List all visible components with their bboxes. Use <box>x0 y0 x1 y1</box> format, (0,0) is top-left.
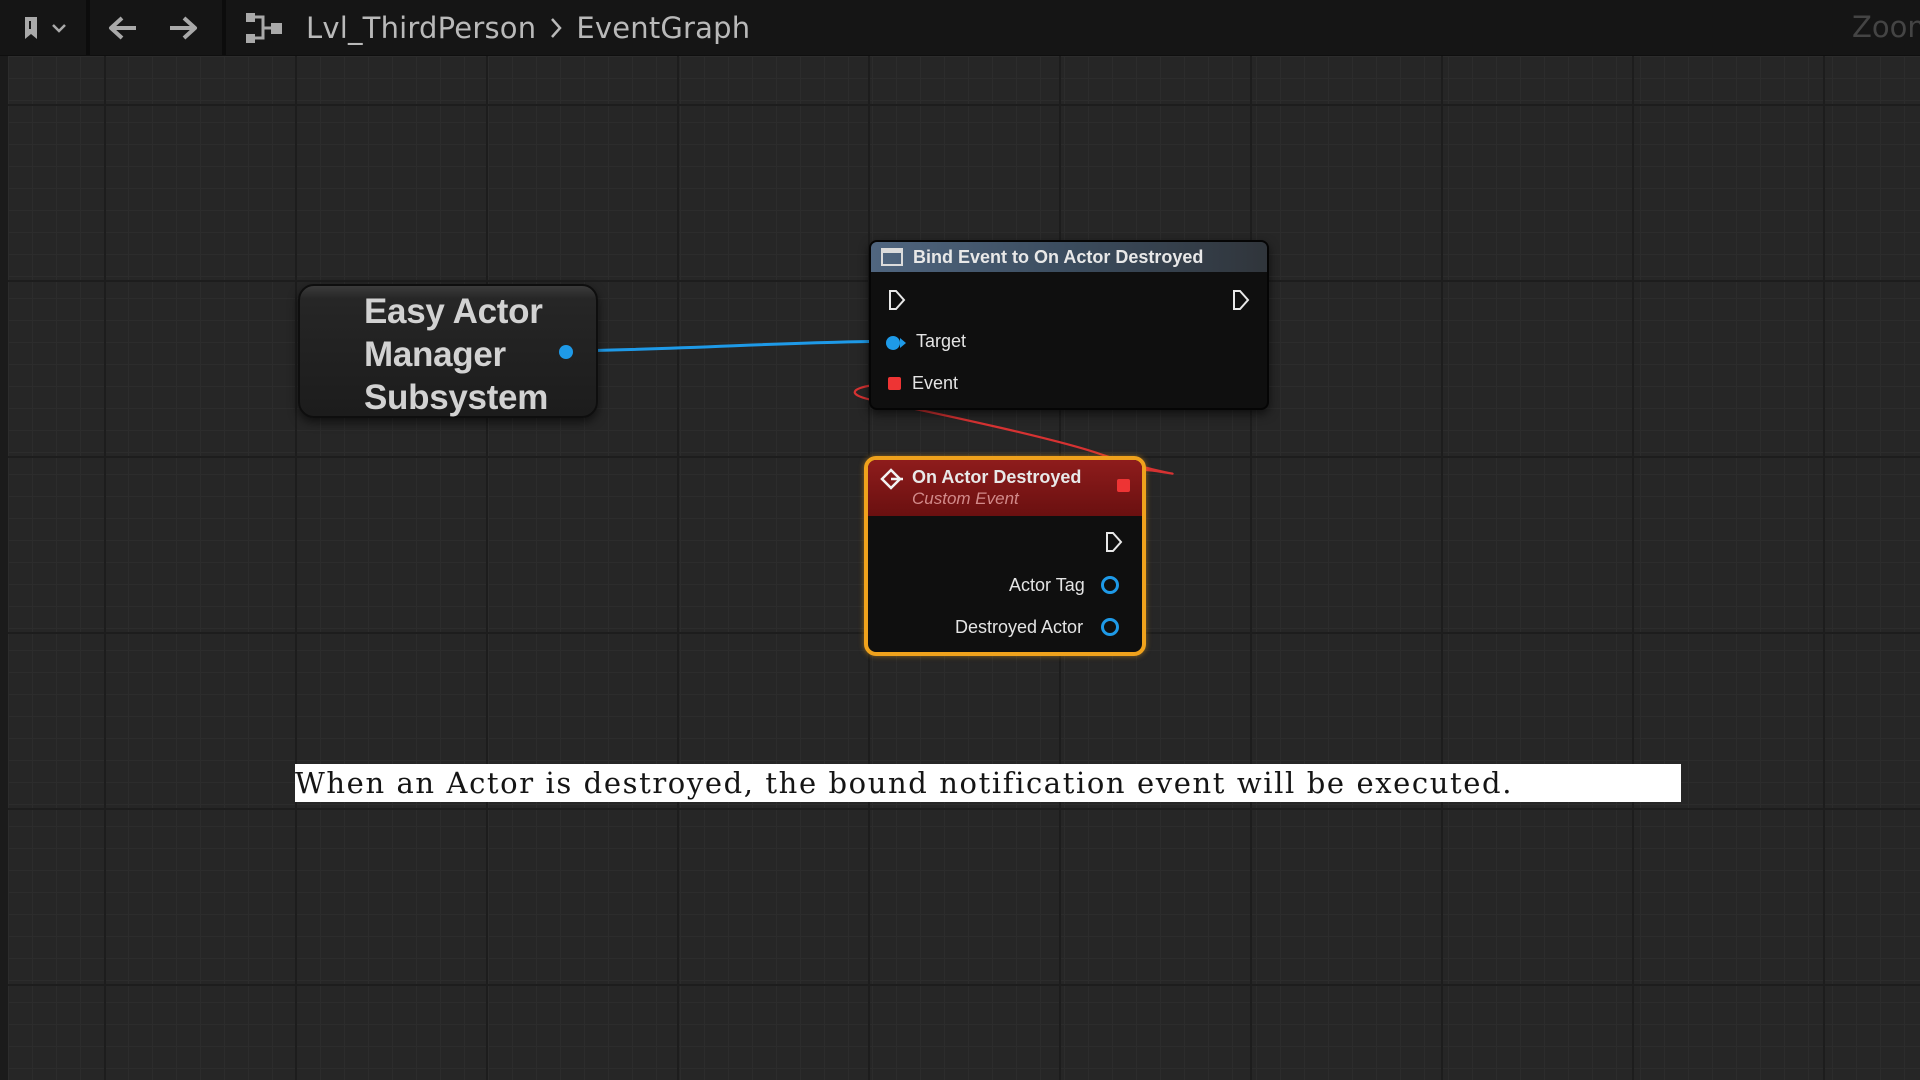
arrow-left-icon <box>109 16 136 39</box>
target-pin[interactable] <box>885 335 909 356</box>
bind-event-node[interactable]: Bind Event to On Actor Destroyed Target … <box>869 240 1269 410</box>
graph-left-edge <box>0 56 8 1080</box>
chevron-down-icon[interactable] <box>48 0 70 55</box>
subsystem-getter-node[interactable]: Easy Actor Manager Subsystem <box>298 284 598 418</box>
breadcrumb: Lvl_ThirdPerson EventGraph <box>244 0 750 55</box>
actor-tag-pin[interactable] <box>1101 576 1119 594</box>
event-output-delegate-pin[interactable] <box>1117 479 1130 492</box>
arrow-right-icon <box>170 16 197 39</box>
bookmark-icon[interactable] <box>14 0 48 55</box>
toolbar-divider <box>222 0 226 55</box>
toolbar-divider <box>86 0 90 55</box>
custom-event-node-subtitle: Custom Event <box>912 489 1019 508</box>
forward-button[interactable] <box>152 0 216 55</box>
bind-event-node-title: Bind Event to On Actor Destroyed <box>913 247 1204 267</box>
exec-in-pin[interactable] <box>887 289 907 316</box>
blueprint-editor: Lvl_ThirdPerson EventGraph Zoom Easy Act… <box>0 0 1920 1080</box>
caption-subtitle: When an Actor is destroyed, the bound no… <box>295 764 1681 802</box>
destroyed-actor-pin[interactable] <box>1101 618 1119 636</box>
bookmark-menu[interactable] <box>14 0 74 55</box>
exec-out-pin[interactable] <box>1231 289 1251 316</box>
function-icon <box>881 248 903 271</box>
destroyed-actor-pin-label: Destroyed Actor <box>955 617 1084 637</box>
breadcrumb-graph[interactable]: EventGraph <box>576 11 750 45</box>
exec-out-pin[interactable] <box>1104 531 1124 558</box>
blueprint-graph-icon <box>244 0 284 55</box>
custom-event-icon <box>880 468 904 495</box>
history-nav <box>98 0 218 55</box>
event-pin-label: Event <box>912 373 959 393</box>
actor-tag-pin-label: Actor Tag <box>1009 575 1085 595</box>
back-button[interactable] <box>98 0 146 55</box>
subsystem-output-pin[interactable] <box>559 345 573 359</box>
event-delegate-pin[interactable] <box>888 377 901 390</box>
zoom-label: Zoom <box>1852 10 1920 44</box>
subsystem-node-title: Easy Actor Manager Subsystem <box>364 292 549 417</box>
custom-event-node-title: On Actor Destroyed <box>912 467 1082 487</box>
target-pin-label: Target <box>916 331 967 351</box>
breadcrumb-level[interactable]: Lvl_ThirdPerson <box>306 11 536 45</box>
toolbar: Lvl_ThirdPerson EventGraph Zoom <box>0 0 1920 56</box>
chevron-right-icon <box>548 16 564 40</box>
custom-event-node[interactable]: On Actor Destroyed Custom Event Actor Ta… <box>864 456 1146 656</box>
